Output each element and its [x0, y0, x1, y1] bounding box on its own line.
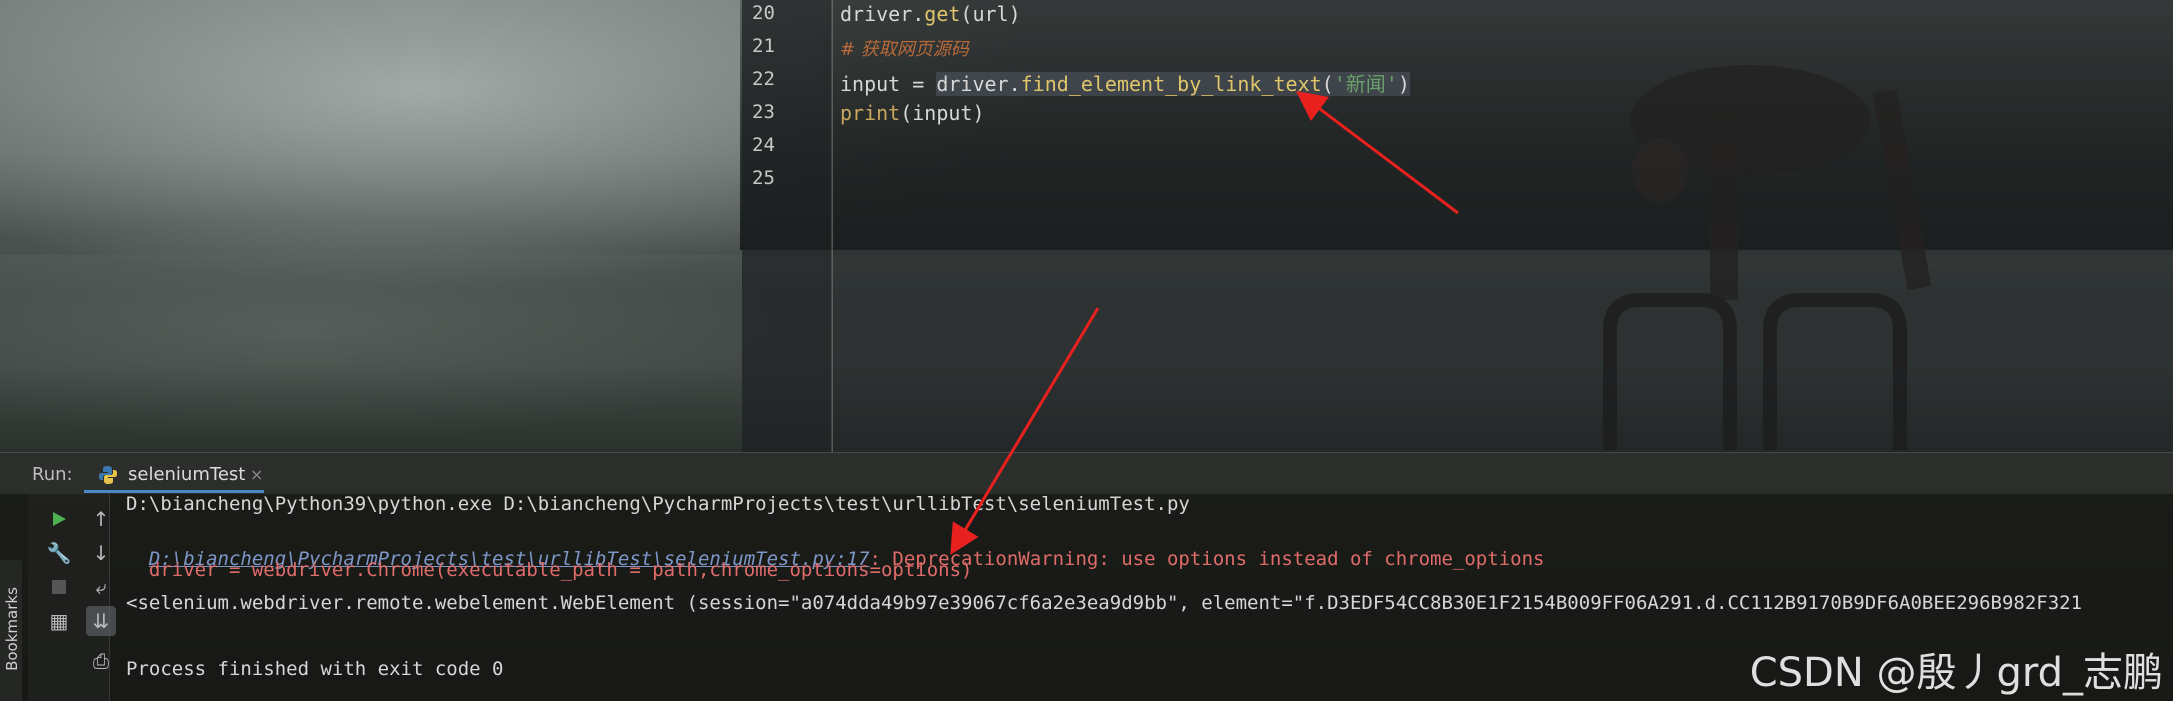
console-line-command: D:\biancheng\Python39\python.exe D:\bian… [126, 493, 1190, 515]
code-token: print [840, 101, 901, 125]
python-icon [99, 466, 117, 484]
bookmarks-side-tab[interactable]: Bookmarks [0, 560, 22, 701]
code-token: driver. [840, 2, 925, 26]
code-token: input [840, 72, 901, 96]
line-number: 23 [752, 101, 775, 123]
scroll-down-button[interactable]: ↓ [86, 538, 116, 568]
stop-icon [52, 580, 66, 594]
soft-wrap-button[interactable]: ⤶ [86, 572, 116, 602]
tab-label: seleniumTest [128, 464, 246, 485]
printer-icon: ⎙ [93, 649, 109, 673]
gutter-separator [832, 0, 833, 452]
line-number: 20 [752, 2, 775, 24]
code-token: '新闻' [1333, 72, 1398, 96]
tab-seleniumtest[interactable]: seleniumTest × [84, 457, 264, 493]
line-number: 22 [752, 68, 775, 90]
code-token: get [924, 2, 961, 26]
console-line-result: <selenium.webdriver.remote.webelement.We… [126, 592, 2083, 614]
scroll-to-end-button[interactable]: ⇊ [86, 606, 116, 636]
wrap-icon: ⤶ [95, 575, 107, 599]
run-tool-window-header: Run: seleniumTest × [0, 452, 2173, 494]
bookmarks-label: Bookmarks [2, 587, 21, 671]
code-line[interactable]: driver.get(url) [840, 2, 1021, 26]
code-token: (url) [960, 2, 1021, 26]
print-button[interactable]: ⎙ [86, 646, 116, 676]
play-icon [53, 512, 66, 526]
line-number: 21 [752, 35, 775, 57]
rerun-button[interactable] [44, 504, 74, 534]
run-toolbar: ↑ 🔧 ↓ ⤶ ▦ ⇊ ⎙ [28, 494, 116, 701]
line-number: 24 [752, 134, 775, 156]
code-token: # 获取网页源码 [840, 39, 969, 60]
code-token: find_element_by_link_text [1020, 72, 1322, 96]
run-label: Run: [32, 464, 73, 485]
code-token: ) [1397, 72, 1410, 96]
code-line[interactable]: print(input) [840, 101, 985, 125]
stop-button[interactable] [44, 572, 74, 602]
line-number: 25 [752, 167, 775, 189]
console-line-exit: Process finished with exit code 0 [126, 658, 504, 680]
console-line-code: driver = webdriver.Chrome(executable_pat… [126, 559, 973, 581]
scroll-end-icon: ⇊ [92, 609, 110, 633]
code-line[interactable]: # 获取网页源码 [840, 35, 969, 61]
scroll-up-button[interactable]: ↑ [86, 504, 116, 534]
arrow-up-icon: ↑ [92, 507, 110, 531]
wrench-icon: 🔧 [46, 541, 72, 565]
code-token: = [900, 72, 937, 96]
layout-button[interactable]: ▦ [44, 606, 74, 636]
code-token: (input) [900, 101, 985, 125]
close-icon[interactable]: × [250, 465, 263, 484]
code-token: driver. [936, 72, 1021, 96]
code-token: ( [1321, 72, 1334, 96]
settings-button[interactable]: 🔧 [44, 538, 74, 568]
grid-icon: ▦ [49, 609, 69, 633]
code-line[interactable]: input = driver.find_element_by_link_text… [840, 68, 1410, 97]
arrow-down-icon: ↓ [92, 541, 110, 565]
csdn-watermark: CSDN @殷丿grd_志鹏 [1749, 650, 2163, 696]
